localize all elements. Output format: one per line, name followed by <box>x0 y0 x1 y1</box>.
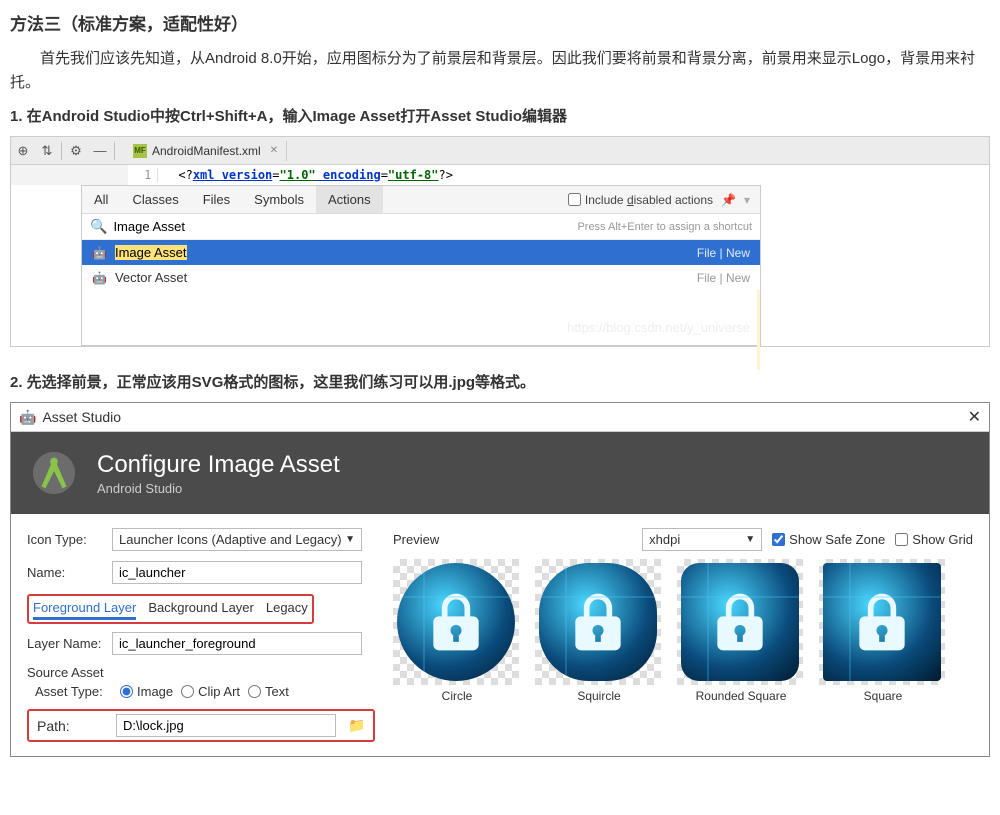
close-icon[interactable]: ✕ <box>968 407 981 427</box>
radio-text[interactable]: Text <box>248 684 289 699</box>
include-disabled-checkbox[interactable]: Include disabled actions <box>568 193 713 207</box>
preview-squircle: Squircle <box>535 559 663 703</box>
dash-icon[interactable]: — <box>88 139 112 163</box>
tab-classes[interactable]: Classes <box>120 186 190 213</box>
name-label: Name: <box>27 565 112 580</box>
intro-text: 首先我们应该先知道，从Android 8.0开始，应用图标分为了前景层和背景层。… <box>10 47 990 95</box>
dialog-title: Asset Studio <box>42 409 121 425</box>
tab-actions[interactable]: Actions <box>316 186 383 213</box>
close-icon[interactable]: ✕ <box>270 145 278 156</box>
radio-clipart[interactable]: Clip Art <box>181 684 240 699</box>
method-heading: 方法三（标准方案，适配性好） <box>10 10 990 35</box>
tab-foreground-layer[interactable]: Foreground Layer <box>33 598 136 620</box>
tab-background-layer[interactable]: Background Layer <box>148 598 254 620</box>
tab-files[interactable]: Files <box>191 186 242 213</box>
file-tab-label: AndroidManifest.xml <box>152 144 261 158</box>
dialog-header-subtitle: Android Studio <box>97 481 340 496</box>
ide-toolbar: ⊕ ⇅ ⚙ — MF AndroidManifest.xml ✕ <box>11 137 989 165</box>
preview-density-select[interactable]: xhdpi▼ <box>642 528 762 551</box>
dialog-header-title: Configure Image Asset <box>97 451 340 479</box>
result-label: Vector Asset <box>115 270 187 285</box>
radio-image[interactable]: Image <box>120 684 173 699</box>
tab-symbols[interactable]: Symbols <box>242 186 316 213</box>
path-label: Path: <box>33 718 108 734</box>
divider <box>61 142 62 160</box>
android-icon: 🤖 <box>92 246 107 260</box>
gear-icon[interactable]: ⚙ <box>64 139 88 163</box>
file-tab[interactable]: MF AndroidManifest.xml ✕ <box>125 141 287 161</box>
tab-legacy[interactable]: Legacy <box>266 598 308 620</box>
path-input[interactable] <box>116 714 336 737</box>
icon-type-label: Icon Type: <box>27 532 112 547</box>
code-line: 1 <?xml version="1.0" encoding="utf-8"?> <box>128 165 989 185</box>
chevron-down-icon: ▼ <box>745 534 755 545</box>
step2-text: 2. 先选择前景，正常应该用SVG格式的图标，这里我们练习可以用.jpg等格式。 <box>10 371 990 392</box>
chevron-down-icon: ▼ <box>345 534 355 545</box>
updown-icon[interactable]: ⇅ <box>35 139 59 163</box>
tab-all[interactable]: All <box>82 186 120 213</box>
step1-text: 1. 在Android Studio中按Ctrl+Shift+A，输入Image… <box>10 105 990 126</box>
source-asset-label: Source Asset <box>27 665 377 680</box>
asset-type-label: Asset Type: <box>27 684 112 699</box>
layer-tabs: Foreground Layer Background Layer Legacy <box>27 594 314 624</box>
android-icon: 🤖 <box>19 409 36 426</box>
result-location: File | New <box>697 271 750 285</box>
filter-icon[interactable]: ▾ <box>744 193 750 207</box>
safe-zone-checkbox[interactable]: Show Safe Zone <box>772 532 885 547</box>
browse-icon[interactable]: 📁 <box>344 717 369 734</box>
pin-icon[interactable]: 📌 <box>721 193 736 207</box>
preview-rounded-square: Rounded Square <box>677 559 805 703</box>
screenshot-search-popup: ⊕ ⇅ ⚙ — MF AndroidManifest.xml ✕ 1 <?xml… <box>10 136 990 347</box>
preview-square: Square <box>819 559 947 703</box>
layer-name-label: Layer Name: <box>27 636 112 651</box>
result-label: Image Asset <box>115 245 187 260</box>
shortcut-hint: Press Alt+Enter to assign a shortcut <box>577 221 752 233</box>
divider <box>114 142 115 160</box>
icon-type-select[interactable]: Launcher Icons (Adaptive and Legacy)▼ <box>112 528 362 551</box>
globe-icon[interactable]: ⊕ <box>11 139 35 163</box>
manifest-icon: MF <box>133 144 147 158</box>
show-grid-checkbox[interactable]: Show Grid <box>895 532 973 547</box>
android-studio-logo-icon <box>31 450 77 496</box>
asset-studio-dialog: 🤖 Asset Studio ✕ Configure Image Asset A… <box>10 402 990 757</box>
search-input[interactable] <box>113 219 577 234</box>
search-icon: 🔍 <box>90 218 107 235</box>
name-input[interactable] <box>112 561 362 584</box>
result-location: File | New <box>697 246 750 260</box>
preview-label: Preview <box>393 532 439 547</box>
search-popup: All Classes Files Symbols Actions Includ… <box>81 185 761 346</box>
result-vector-asset[interactable]: 🤖 Vector Asset File | New <box>82 265 760 290</box>
watermark: https://blog.csdn.net/y_universe <box>82 290 760 345</box>
layer-name-input[interactable] <box>112 632 362 655</box>
result-image-asset[interactable]: 🤖 Image Asset File | New <box>82 240 760 265</box>
preview-circle: Circle <box>393 559 521 703</box>
android-icon: 🤖 <box>92 271 107 285</box>
